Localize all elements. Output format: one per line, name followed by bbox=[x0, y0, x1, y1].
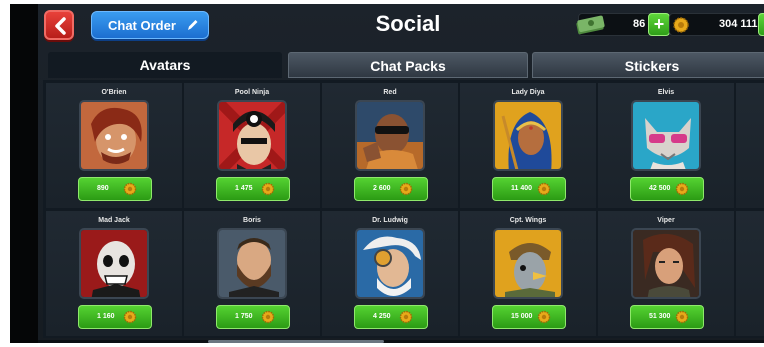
price-value: 11 400 bbox=[511, 185, 533, 192]
left-bezel bbox=[10, 4, 38, 343]
cash-counter: 86 + bbox=[576, 13, 670, 36]
avatar-name: Lady Diya bbox=[511, 89, 545, 96]
coin-icon bbox=[675, 182, 689, 196]
coin-icon bbox=[123, 182, 137, 196]
avatar-card-lady-diya[interactable]: Lady Diya 11 400 bbox=[460, 83, 596, 208]
social-shop: Chat Order Social 86 + 304 111 + bbox=[38, 4, 764, 343]
avatar-card-partial bbox=[736, 211, 764, 336]
avatar-card-pool-ninja[interactable]: Pool Ninja 1 475 bbox=[184, 83, 320, 208]
chat-order-button[interactable]: Chat Order bbox=[91, 11, 209, 39]
avatar-name: Mad Jack bbox=[98, 217, 130, 224]
price-value: 1 160 bbox=[97, 313, 115, 320]
coin-icon bbox=[261, 182, 275, 196]
price-value: 51 300 bbox=[649, 313, 671, 320]
coin-icon bbox=[123, 310, 137, 324]
tab-stickers[interactable]: Stickers bbox=[532, 52, 764, 78]
avatar-portrait bbox=[355, 228, 425, 299]
avatar-name: Red bbox=[383, 89, 397, 96]
price-button[interactable]: 15 000 bbox=[492, 305, 566, 329]
coin-icon bbox=[673, 17, 689, 33]
avatar-portrait bbox=[217, 100, 287, 171]
avatar-card-mad-jack[interactable]: Mad Jack 1 160 bbox=[46, 211, 182, 336]
avatar-portrait bbox=[631, 228, 701, 299]
avatar-name: Boris bbox=[243, 217, 261, 224]
avatar-name: Viper bbox=[657, 217, 675, 224]
avatar-card-red[interactable]: Red 2 600 bbox=[322, 83, 458, 208]
page-title: Social bbox=[375, 11, 441, 36]
pencil-icon bbox=[188, 20, 198, 30]
avatar-card-partial bbox=[736, 83, 764, 208]
coin-icon bbox=[537, 310, 551, 324]
chevron-left-icon bbox=[55, 17, 66, 35]
tab-label: Stickers bbox=[624, 58, 680, 74]
coin-amount: 304 111 bbox=[719, 18, 758, 30]
avatar-portrait bbox=[79, 228, 149, 299]
tab-chat-packs[interactable]: Chat Packs bbox=[288, 52, 528, 78]
avatar-name: Dr. Ludwig bbox=[372, 217, 408, 224]
coin-icon bbox=[261, 310, 275, 324]
tab-label: Chat Packs bbox=[370, 58, 446, 74]
price-value: 42 500 bbox=[649, 185, 671, 192]
avatar-name: Cpt. Wings bbox=[509, 217, 547, 224]
avatar-card-elvis[interactable]: Elvis 42 500 bbox=[598, 83, 734, 208]
price-button[interactable]: 4 250 bbox=[354, 305, 428, 329]
coin-icon bbox=[399, 310, 413, 324]
price-button[interactable]: 890 bbox=[78, 177, 152, 201]
game-screen: Chat Order Social 86 + 304 111 + bbox=[10, 4, 764, 343]
avatar-card-dr-ludwig[interactable]: Dr. Ludwig 4 250 bbox=[322, 211, 458, 336]
price-button[interactable]: 51 300 bbox=[630, 305, 704, 329]
avatar-portrait bbox=[631, 100, 701, 171]
avatar-portrait bbox=[355, 100, 425, 171]
cash-amount: 86 bbox=[633, 18, 646, 30]
price-value: 2 600 bbox=[373, 185, 391, 192]
tab-bar: Avatars Chat Packs Stickers bbox=[38, 52, 764, 78]
horizontal-scrollbar[interactable] bbox=[38, 340, 764, 343]
add-coins-button[interactable]: + bbox=[758, 13, 764, 36]
price-value: 890 bbox=[97, 185, 109, 192]
avatar-card-obrien[interactable]: O'Brien 890 bbox=[46, 83, 182, 208]
chat-order-label: Chat Order bbox=[108, 18, 176, 33]
price-button[interactable]: 11 400 bbox=[492, 177, 566, 201]
price-button[interactable]: 1 750 bbox=[216, 305, 290, 329]
back-button[interactable] bbox=[44, 10, 74, 40]
price-button[interactable]: 1 160 bbox=[78, 305, 152, 329]
avatar-grid: O'Brien 890 Pool Ninja 1 475 Red 2 600 L… bbox=[43, 80, 764, 338]
tab-avatars[interactable]: Avatars bbox=[48, 52, 282, 78]
price-button[interactable]: 42 500 bbox=[630, 177, 704, 201]
coin-icon bbox=[399, 182, 413, 196]
coin-icon bbox=[537, 182, 551, 196]
coin-icon bbox=[675, 310, 689, 324]
avatar-name: Pool Ninja bbox=[234, 89, 270, 96]
add-cash-button[interactable]: + bbox=[648, 13, 670, 36]
avatar-portrait bbox=[493, 228, 563, 299]
price-button[interactable]: 2 600 bbox=[354, 177, 428, 201]
price-value: 1 475 bbox=[235, 185, 253, 192]
tab-label: Avatars bbox=[139, 57, 191, 73]
avatar-portrait bbox=[217, 228, 287, 299]
scrollbar-thumb[interactable] bbox=[208, 340, 384, 343]
price-value: 15 000 bbox=[511, 313, 533, 320]
avatar-card-boris[interactable]: Boris 1 750 bbox=[184, 211, 320, 336]
avatar-name: Elvis bbox=[657, 89, 675, 96]
cash-icon bbox=[576, 15, 605, 35]
avatar-portrait bbox=[493, 100, 563, 171]
avatar-name: O'Brien bbox=[101, 89, 127, 96]
coin-counter: 304 111 + bbox=[669, 13, 764, 36]
price-value: 1 750 bbox=[235, 313, 253, 320]
price-button[interactable]: 1 475 bbox=[216, 177, 290, 201]
avatar-portrait bbox=[79, 100, 149, 171]
price-value: 4 250 bbox=[373, 313, 391, 320]
avatar-card-cpt-wings[interactable]: Cpt. Wings 15 000 bbox=[460, 211, 596, 336]
avatar-card-viper[interactable]: Viper 51 300 bbox=[598, 211, 734, 336]
